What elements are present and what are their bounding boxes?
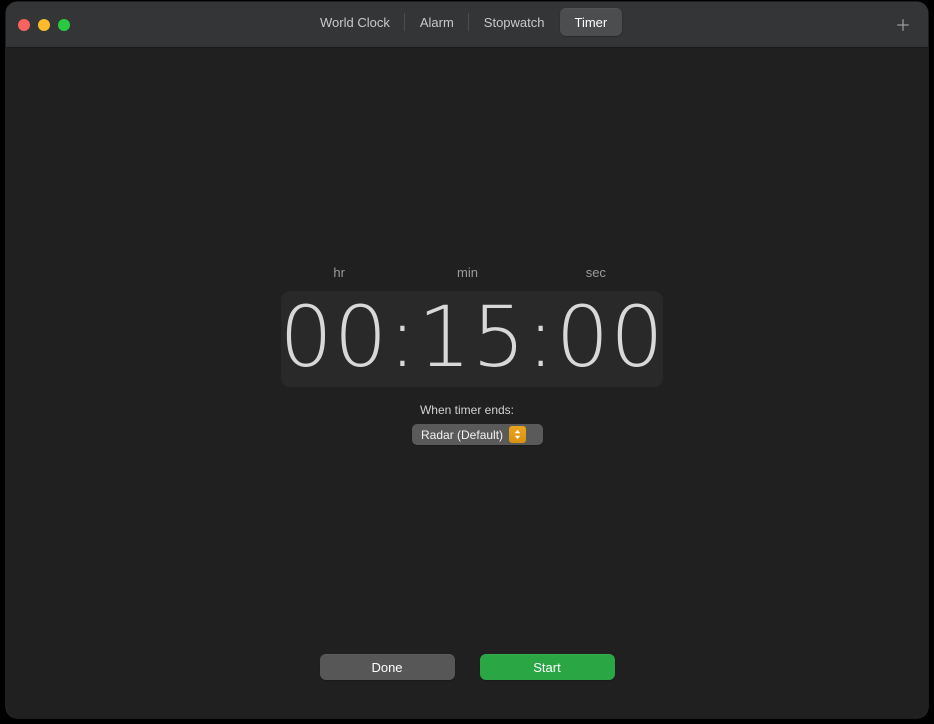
timer-pane: hr min sec 00:15:00 When timer ends: Rad… [6,48,928,718]
timer-unit-labels: hr min sec [275,265,660,283]
chevron-up-down-icon[interactable] [509,426,527,443]
done-button[interactable]: Done [319,654,455,680]
timer-duration-value: 00:15:00 [279,288,665,386]
tab-stopwatch-label: Stopwatch [483,14,545,30]
clock-window: World Clock Alarm Stopwatch Timer hr min… [6,2,928,718]
when-timer-ends-label: When timer ends: [419,403,515,417]
start-button[interactable]: Start [479,654,615,680]
unit-label-hr: hr [333,265,345,280]
tab-alarm[interactable]: Alarm [404,8,469,36]
zoom-window-button[interactable] [58,19,70,31]
tab-timer-label: Timer [574,14,608,30]
mode-segmented-control: World Clock Alarm Stopwatch Timer [305,8,623,36]
tab-world-clock[interactable]: World Clock [305,8,405,36]
window-titlebar: World Clock Alarm Stopwatch Timer [6,2,928,48]
timer-sound-popup-button[interactable]: Radar (Default) [412,424,543,445]
add-timer-button[interactable] [892,14,914,36]
unit-label-min: min [457,265,478,280]
timer-sound-selected-value: Radar (Default) [421,427,504,442]
tab-world-clock-label: World Clock [320,14,390,30]
minimize-window-button[interactable] [38,19,50,31]
close-window-button[interactable] [18,19,30,31]
traffic-light-controls [18,19,70,31]
tab-timer[interactable]: Timer [559,8,623,36]
timer-actions: Done Start [6,654,928,680]
tab-stopwatch[interactable]: Stopwatch [468,8,560,36]
plus-icon [895,17,911,33]
tab-alarm-label: Alarm [419,14,454,30]
unit-label-sec: sec [585,265,606,280]
timer-duration-field[interactable]: 00:15:00 [279,288,665,387]
